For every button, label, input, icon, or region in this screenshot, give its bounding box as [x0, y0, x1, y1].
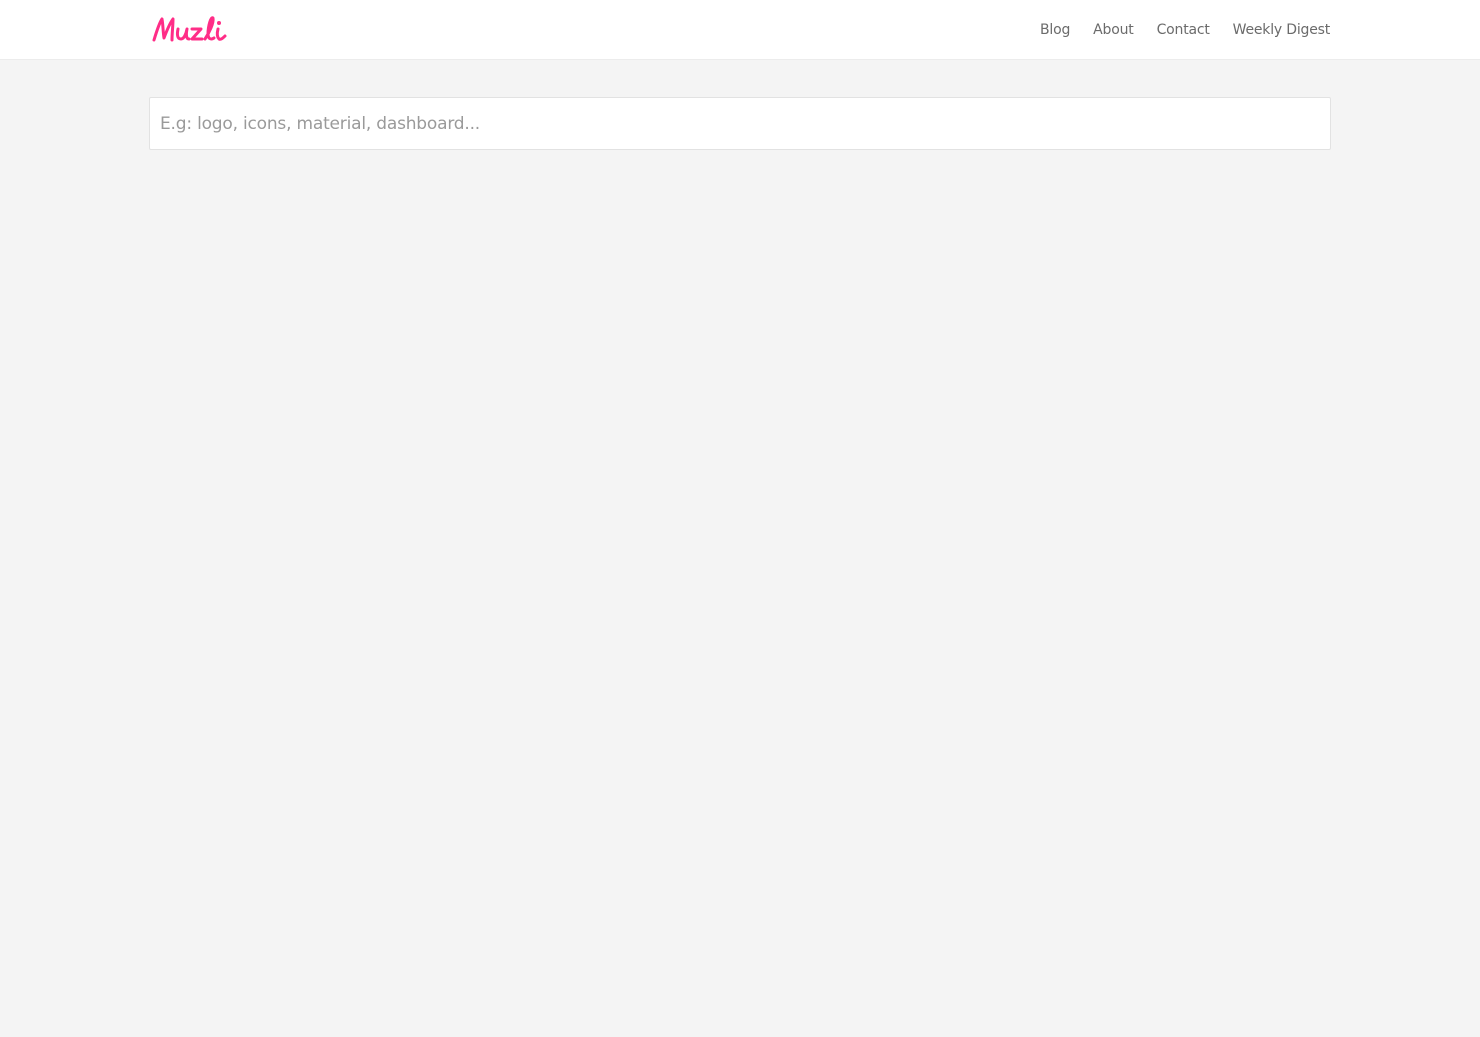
nav-link-weekly-digest[interactable]: Weekly Digest [1233, 22, 1331, 38]
muzli-logo[interactable] [151, 14, 235, 48]
muzli-logo-icon [152, 16, 227, 42]
nav-link-contact[interactable]: Contact [1157, 22, 1210, 38]
nav-link-blog[interactable]: Blog [1040, 22, 1070, 38]
nav-link-about[interactable]: About [1093, 22, 1134, 38]
main-nav: Blog About Contact Weekly Digest [1040, 0, 1330, 60]
search-box [149, 97, 1331, 150]
top-navigation-bar: Blog About Contact Weekly Digest [0, 0, 1480, 60]
search-input[interactable] [150, 98, 1330, 149]
